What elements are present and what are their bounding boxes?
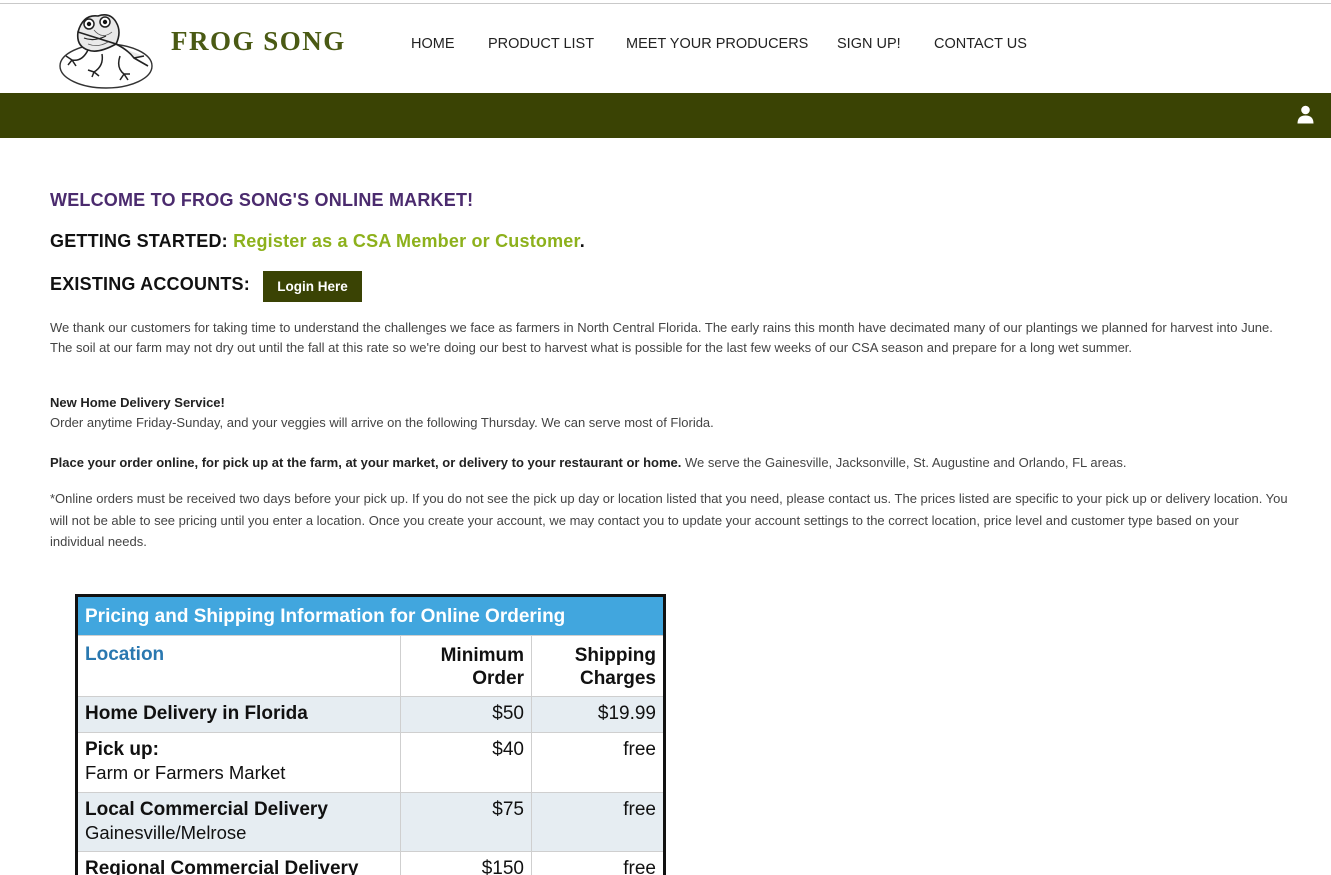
location-detail: Farm or Farmers Market (85, 762, 286, 783)
table-row: Home Delivery in Florida $50 $19.99 (78, 696, 663, 732)
row-minimum: $50 (401, 697, 532, 732)
location-name: Regional Commercial Delivery (85, 858, 359, 875)
row-location: Regional Commercial Delivery (78, 852, 401, 875)
nav-home[interactable]: HOME (411, 36, 455, 52)
nav-meet-your-producers[interactable]: MEET YOUR PRODUCERS (626, 36, 808, 52)
site-logo[interactable]: FROG SONG (58, 10, 358, 92)
pricing-table-title: Pricing and Shipping Information for Onl… (78, 597, 663, 635)
table-row: Regional Commercial Delivery $150 free (78, 851, 663, 875)
order-paragraph: Place your order online, for pick up at … (50, 453, 1290, 473)
nav-product-list[interactable]: PRODUCT LIST (488, 36, 594, 52)
user-icon[interactable] (1297, 105, 1314, 124)
welcome-heading: WELCOME TO FROG SONG'S ONLINE MARKET! (50, 190, 474, 210)
existing-accounts-label: EXISTING ACCOUNTS: (50, 274, 250, 294)
shipping-value: free (623, 858, 656, 875)
row-location: Local Commercial Delivery Gainesville/Me… (78, 793, 401, 851)
location-name: Local Commercial Delivery (85, 799, 328, 820)
column-header-shipping: Shipping Charges (574, 645, 656, 689)
shipping-value: free (623, 739, 656, 760)
location-name: Pick up: (85, 739, 159, 760)
frog-logo-icon (59, 14, 153, 89)
note-paragraph: *Online orders must be received two days… (50, 491, 1288, 549)
minimum-value: $150 (481, 858, 524, 875)
location-detail: Gainesville/Melrose (85, 822, 247, 843)
table-row: Local Commercial Delivery Gainesville/Me… (78, 792, 663, 851)
getting-started: GETTING STARTED: Register as a CSA Membe… (50, 231, 585, 252)
delivery-text: Order anytime Friday-Sunday, and your ve… (50, 415, 714, 430)
delivery-paragraph: New Home Delivery Service! Order anytime… (50, 393, 1290, 433)
column-header-location: Location (78, 636, 401, 696)
row-location: Pick up: Farm or Farmers Market (78, 733, 401, 792)
row-minimum: $40 (401, 733, 532, 792)
pricing-table: Pricing and Shipping Information for Onl… (75, 594, 666, 875)
row-shipping: $19.99 (532, 697, 663, 732)
shipping-value: free (623, 799, 656, 820)
minimum-value: $75 (492, 799, 524, 820)
row-shipping: free (532, 852, 663, 875)
register-period: . (579, 231, 585, 251)
pricing-table-header-row: Location Minimum Order Shipping Charges (78, 635, 663, 696)
row-minimum: $75 (401, 793, 532, 851)
order-text: We serve the Gainesville, Jacksonville, … (681, 455, 1127, 470)
register-link[interactable]: Register as a CSA Member or Customer (233, 231, 580, 251)
site-header: FROG SONG HOME PRODUCT LIST MEET YOUR PR… (0, 4, 1331, 93)
table-row: Pick up: Farm or Farmers Market $40 free (78, 732, 663, 792)
row-minimum: $150 (401, 852, 532, 875)
minimum-value: $50 (492, 703, 524, 724)
intro-paragraph: We thank our customers for taking time t… (50, 320, 1273, 355)
nav-sign-up[interactable]: SIGN UP! (837, 36, 901, 52)
logo-text: FROG SONG (171, 26, 346, 56)
shipping-value: $19.99 (597, 703, 656, 724)
getting-started-label: GETTING STARTED: (50, 231, 228, 251)
delivery-heading: New Home Delivery Service! (50, 395, 225, 410)
row-location: Home Delivery in Florida (78, 697, 401, 732)
nav-contact-us[interactable]: CONTACT US (934, 36, 1027, 52)
order-bold-text: Place your order online, for pick up at … (50, 455, 682, 470)
row-shipping: free (532, 793, 663, 851)
account-bar (0, 93, 1331, 138)
row-shipping: free (532, 733, 663, 792)
location-name: Home Delivery in Florida (85, 703, 308, 724)
column-header-minimum: Minimum Order (401, 636, 532, 696)
login-button[interactable]: Login Here (263, 271, 362, 302)
minimum-value: $40 (492, 739, 524, 760)
